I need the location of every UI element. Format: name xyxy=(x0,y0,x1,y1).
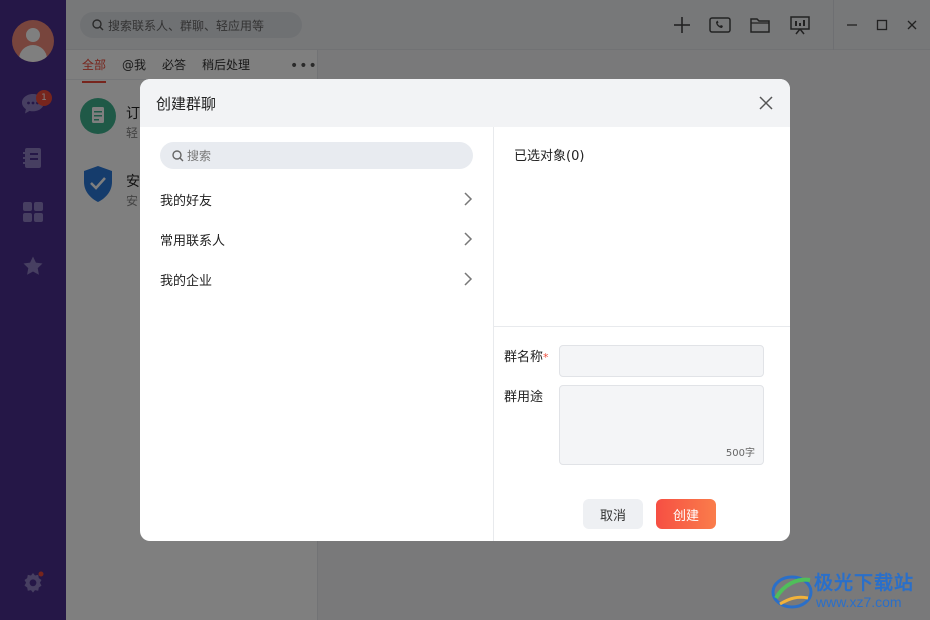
dialog-header: 创建群聊 xyxy=(140,79,790,127)
group-purpose-label: 群用途 xyxy=(504,390,544,405)
chevron-right-icon xyxy=(464,272,473,286)
create-button[interactable]: 创建 xyxy=(656,499,716,529)
cancel-button[interactable]: 取消 xyxy=(583,499,643,529)
category-my-friends[interactable]: 我的好友 xyxy=(160,186,473,212)
watermark: 极光下载站 www.xz7.com xyxy=(770,566,925,614)
group-name-label-text: 群名称 xyxy=(504,350,544,365)
dialog-title: 创建群聊 xyxy=(156,95,217,113)
watermark-logo-icon xyxy=(771,575,813,609)
contact-search-input[interactable]: 搜索 xyxy=(160,142,473,169)
category-frequent-contacts[interactable]: 常用联系人 xyxy=(160,226,473,252)
chevron-right-icon xyxy=(464,192,473,206)
contact-picker: 搜索 我的好友 常用联系人 我的企业 xyxy=(140,127,493,541)
category-my-enterprise[interactable]: 我的企业 xyxy=(160,266,473,292)
watermark-url: www.xz7.com xyxy=(816,594,902,610)
chevron-right-icon xyxy=(464,232,473,246)
create-group-dialog: 创建群聊 搜索 我的好友 常用联系人 我的企业 已选对象(0) 群名称* 群用途… xyxy=(140,79,790,541)
group-purpose-textarea[interactable]: 500字 xyxy=(559,385,764,465)
category-label: 常用联系人 xyxy=(160,233,226,249)
category-label: 我的企业 xyxy=(160,273,213,289)
search-icon xyxy=(172,149,184,161)
group-settings: 已选对象(0) 群名称* 群用途 500字 取消 创建 xyxy=(494,127,790,541)
category-label: 我的好友 xyxy=(160,193,213,209)
group-name-input[interactable] xyxy=(559,345,764,377)
group-name-label: 群名称* xyxy=(504,346,549,365)
char-limit: 500字 xyxy=(725,448,755,459)
contact-search-placeholder: 搜索 xyxy=(187,149,212,163)
selected-count: 已选对象(0) xyxy=(514,149,585,164)
watermark-name: 极光下载站 xyxy=(814,572,915,594)
required-mark: * xyxy=(543,351,549,364)
form-divider xyxy=(494,326,790,327)
close-icon[interactable] xyxy=(756,93,776,113)
